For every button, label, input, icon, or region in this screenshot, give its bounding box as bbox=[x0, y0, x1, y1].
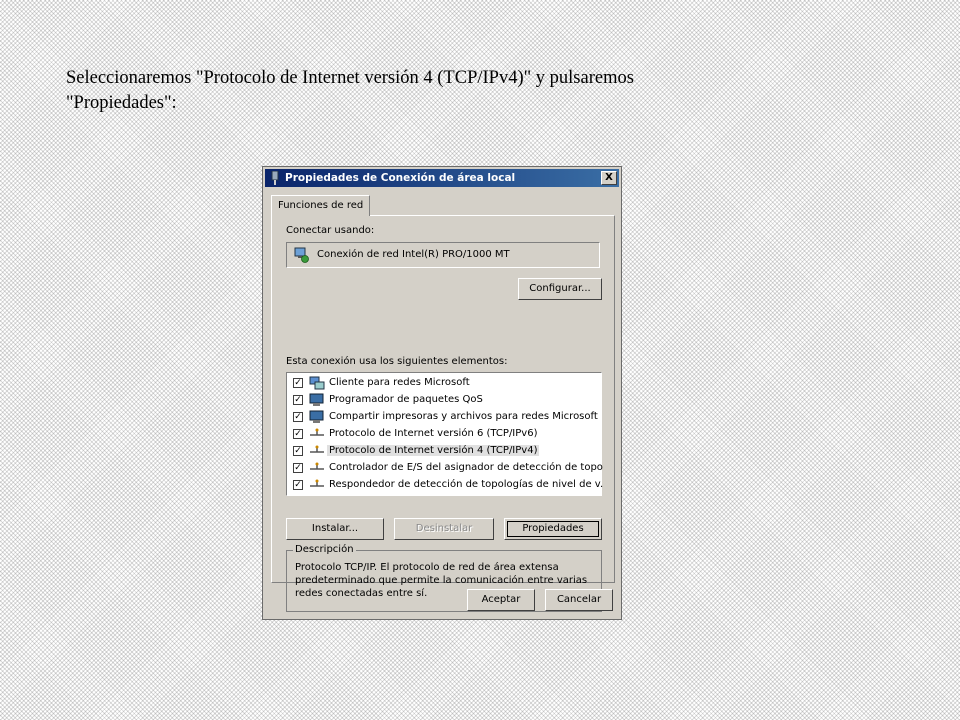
dialog-titlebar[interactable]: Propiedades de Conexión de área local X bbox=[265, 169, 619, 187]
items-label: Esta conexión usa los siguientes element… bbox=[286, 356, 508, 367]
ok-button[interactable]: Aceptar bbox=[467, 589, 535, 611]
checkbox[interactable]: ✓ bbox=[293, 446, 303, 456]
item-label: Protocolo de Internet versión 6 (TCP/IPv… bbox=[329, 428, 538, 439]
network-connection-icon bbox=[269, 170, 281, 188]
list-item[interactable]: ✓ Protocolo de Internet versión 6 (TCP/I… bbox=[289, 426, 597, 443]
item-label: Controlador de E/S del asignador de dete… bbox=[329, 462, 603, 473]
list-item[interactable]: ✓ Compartir impresoras y archivos para r… bbox=[289, 409, 598, 427]
close-icon: X bbox=[605, 172, 613, 183]
cancel-button[interactable]: Cancelar bbox=[545, 589, 613, 611]
file-sharing-icon bbox=[309, 410, 325, 427]
checkbox[interactable]: ✓ bbox=[293, 463, 303, 473]
components-list[interactable]: ✓ Cliente para redes Microsoft ✓ Program… bbox=[286, 372, 603, 496]
list-item[interactable]: ✓ Cliente para redes Microsoft bbox=[289, 375, 597, 392]
uninstall-button[interactable]: Desinstalar bbox=[394, 518, 494, 540]
lan-properties-dialog: Propiedades de Conexión de área local X … bbox=[262, 166, 622, 620]
item-label: Programador de paquetes QoS bbox=[329, 394, 483, 405]
network-client-icon bbox=[309, 376, 325, 393]
protocol-icon bbox=[309, 461, 325, 478]
protocol-icon bbox=[309, 478, 325, 495]
item-label: Respondedor de detección de topologías d… bbox=[329, 479, 603, 490]
network-service-icon bbox=[309, 393, 325, 410]
item-label: Compartir impresoras y archivos para red… bbox=[329, 411, 598, 422]
network-adapter-icon bbox=[293, 247, 309, 266]
protocol-icon bbox=[309, 427, 325, 444]
networking-tab-panel: Conectar usando: Conexión de red Intel(R… bbox=[271, 215, 615, 612]
connect-using-label: Conectar usando: bbox=[286, 225, 375, 236]
checkbox[interactable]: ✓ bbox=[293, 412, 303, 422]
tab-networking[interactable]: Funciones de red bbox=[271, 195, 371, 216]
list-item[interactable]: ✓ Respondedor de detección de topologías… bbox=[289, 477, 603, 495]
install-button[interactable]: Instalar... bbox=[286, 518, 384, 540]
checkbox[interactable]: ✓ bbox=[293, 395, 303, 405]
configure-button[interactable]: Configurar... bbox=[518, 278, 602, 300]
instruction-caption: Seleccionaremos "Protocolo de Internet v… bbox=[66, 66, 866, 116]
protocol-icon bbox=[309, 444, 325, 461]
caption-line-1: Seleccionaremos "Protocolo de Internet v… bbox=[66, 68, 634, 88]
dialog-title: Propiedades de Conexión de área local bbox=[285, 172, 516, 184]
item-label: Protocolo de Internet versión 4 (TCP/IPv… bbox=[327, 445, 540, 456]
description-title: Descripción bbox=[293, 544, 356, 555]
close-button[interactable]: X bbox=[601, 171, 617, 185]
checkbox[interactable]: ✓ bbox=[293, 378, 303, 388]
list-item-selected[interactable]: ✓ Protocolo de Internet versión 4 (TCP/I… bbox=[289, 443, 597, 460]
list-item[interactable]: ✓ Controlador de E/S del asignador de de… bbox=[289, 460, 603, 478]
caption-line-2: "Propiedades": bbox=[66, 93, 177, 113]
checkbox[interactable]: ✓ bbox=[293, 429, 303, 439]
list-item[interactable]: ✓ Programador de paquetes QoS bbox=[289, 392, 597, 409]
properties-button[interactable]: Propiedades bbox=[504, 518, 602, 540]
item-label: Cliente para redes Microsoft bbox=[329, 377, 470, 388]
adapter-field: Conexión de red Intel(R) PRO/1000 MT bbox=[286, 242, 600, 268]
checkbox[interactable]: ✓ bbox=[293, 480, 303, 490]
adapter-name: Conexión de red Intel(R) PRO/1000 MT bbox=[317, 249, 510, 260]
